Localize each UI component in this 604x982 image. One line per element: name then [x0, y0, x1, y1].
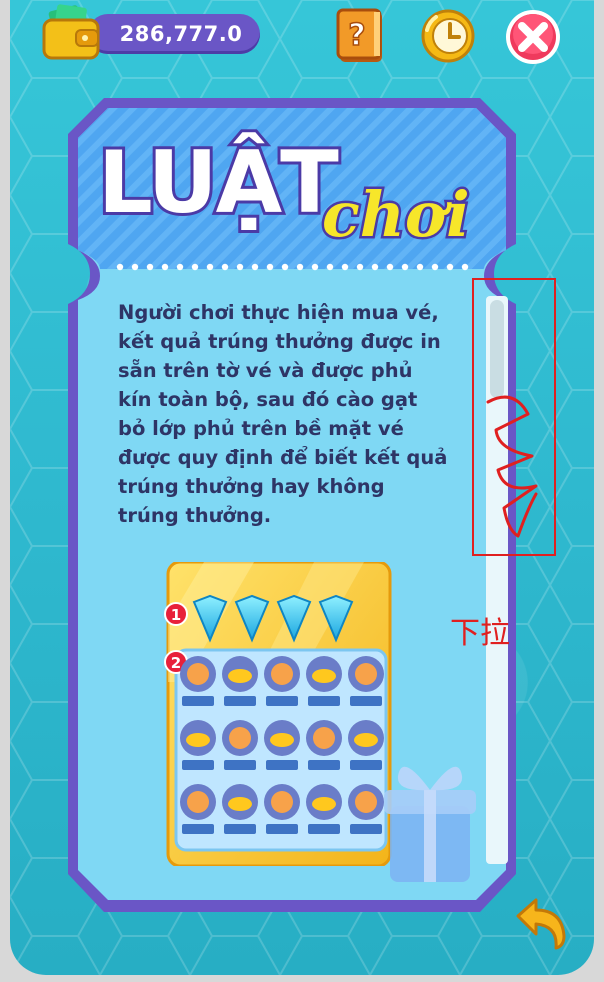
- wallet-balance-value: 286,777.0: [119, 22, 243, 46]
- ticket-marker-2: 2: [171, 654, 181, 672]
- rules-description: Người chơi thực hiện mua vé, kết quả trú…: [118, 301, 448, 527]
- title-sub: chơi: [320, 178, 473, 251]
- back-arrow-icon: [516, 898, 566, 950]
- wallet-balance: 286,777.0: [42, 4, 260, 60]
- close-button[interactable]: [504, 8, 562, 66]
- close-x-icon: [506, 10, 560, 64]
- history-button[interactable]: [420, 8, 476, 64]
- ticket-marker-1: 1: [171, 606, 181, 624]
- annotation-box: [472, 278, 556, 556]
- back-button[interactable]: [514, 898, 568, 950]
- gift-box-decoration: [384, 766, 476, 882]
- scratch-ticket-image: 1 2: [164, 562, 392, 866]
- annotation-label: 下拉: [450, 616, 510, 651]
- wallet-icon: [42, 4, 100, 60]
- annotation-scribble: [486, 395, 538, 538]
- clock-icon: [421, 9, 475, 63]
- question-book-icon: ?: [336, 8, 382, 62]
- help-button[interactable]: ?: [336, 8, 388, 64]
- scratch-ticket-illustration: 1 2: [164, 562, 392, 866]
- svg-text:?: ?: [348, 18, 365, 53]
- rules-title: LUẬT chơi: [95, 133, 498, 251]
- title-main: LUẬT: [95, 133, 342, 233]
